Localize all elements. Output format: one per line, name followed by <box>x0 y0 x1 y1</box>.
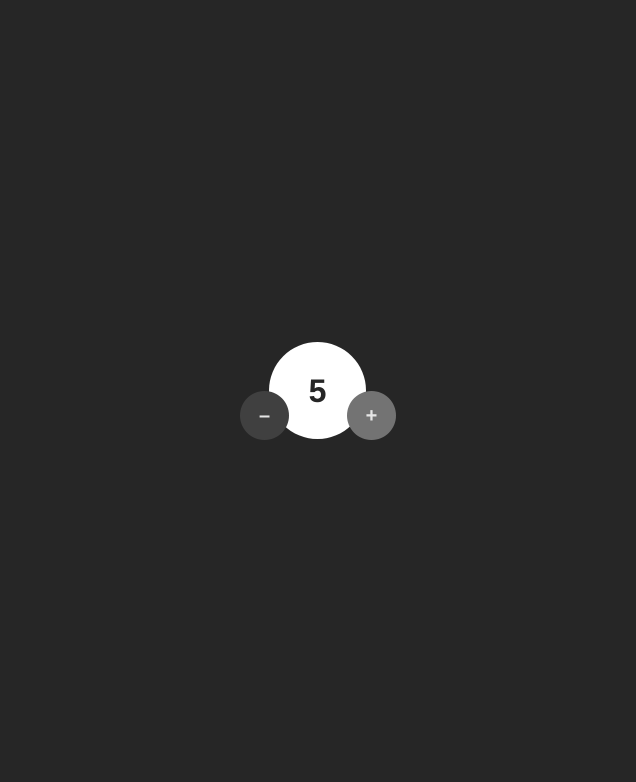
decrement-button[interactable]: – <box>240 391 289 440</box>
minus-icon: – <box>258 404 271 427</box>
plus-icon: + <box>365 404 378 427</box>
counter-value: 5 <box>308 372 327 409</box>
app-stage: 5 – + <box>0 0 636 782</box>
increment-button[interactable]: + <box>347 391 396 440</box>
